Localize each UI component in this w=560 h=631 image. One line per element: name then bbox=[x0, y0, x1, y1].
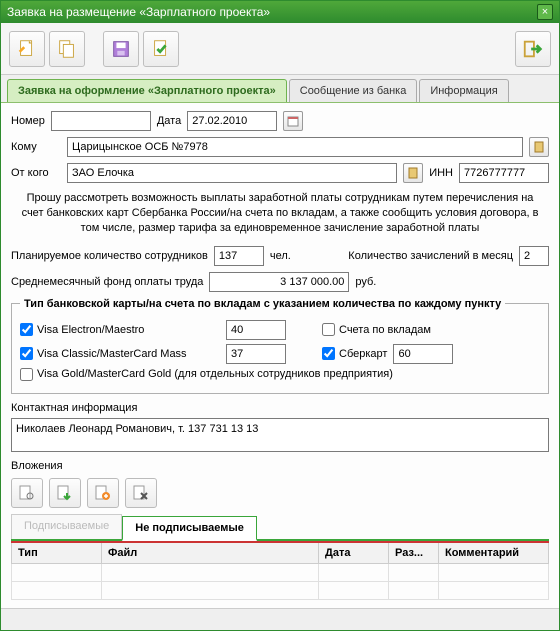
date-picker-button[interactable] bbox=[283, 111, 303, 131]
label-number: Номер bbox=[11, 115, 45, 127]
attachment-subtabs: Подписываемые Не подписываемые bbox=[11, 514, 549, 541]
copy-document-button[interactable] bbox=[49, 31, 85, 67]
label-inn: ИНН bbox=[429, 167, 453, 179]
visa-gold-label: Visa Gold/MasterCard Gold (для отдельных… bbox=[37, 368, 393, 380]
date-field[interactable] bbox=[187, 111, 277, 131]
visa-electron-checkbox[interactable] bbox=[20, 323, 33, 336]
attachment-save-icon bbox=[56, 485, 74, 501]
visa-classic-label: Visa Classic/MasterCard Mass bbox=[37, 348, 187, 360]
titlebar: Заявка на размещение «Зарплатного проект… bbox=[1, 1, 559, 23]
from-lookup-button[interactable] bbox=[403, 163, 423, 183]
approve-button[interactable] bbox=[143, 31, 179, 67]
label-from: От кого bbox=[11, 167, 61, 179]
col-type[interactable]: Тип bbox=[12, 542, 102, 564]
attachment-view-icon bbox=[18, 485, 36, 501]
statusbar bbox=[1, 608, 559, 630]
save-button[interactable] bbox=[103, 31, 139, 67]
label-avg-fund: Среднемесячный фонд оплаты труда bbox=[11, 276, 203, 288]
inn-field[interactable] bbox=[459, 163, 549, 183]
avg-fund-field[interactable] bbox=[209, 272, 349, 292]
sbercard-label: Сберкарт bbox=[339, 348, 387, 360]
visa-gold-checkbox[interactable] bbox=[20, 368, 33, 381]
deposit-accounts-option[interactable]: Счета по вкладам bbox=[322, 323, 431, 336]
table-row[interactable] bbox=[12, 581, 549, 599]
floppy-disk-icon bbox=[110, 38, 132, 60]
label-contact: Контактная информация bbox=[11, 402, 549, 414]
sbercard-qty[interactable] bbox=[393, 344, 453, 364]
attachment-add-button[interactable] bbox=[87, 478, 119, 508]
label-planned: Планируемое количество сотрудников bbox=[11, 250, 208, 262]
label-rub: руб. bbox=[355, 276, 376, 288]
table-row[interactable] bbox=[12, 563, 549, 581]
card-type-legend: Тип банковской карты/на счета по вкладам… bbox=[20, 298, 505, 310]
attachment-view-button[interactable] bbox=[11, 478, 43, 508]
visa-classic-qty[interactable] bbox=[226, 344, 286, 364]
subtab-signable[interactable]: Подписываемые bbox=[11, 514, 122, 539]
attachment-toolbar bbox=[11, 478, 549, 508]
visa-classic-option[interactable]: Visa Classic/MasterCard Mass bbox=[20, 347, 220, 360]
attachment-save-button[interactable] bbox=[49, 478, 81, 508]
new-document-icon bbox=[16, 38, 38, 60]
attachment-add-icon bbox=[94, 485, 112, 501]
tab-info[interactable]: Информация bbox=[419, 79, 508, 102]
attachment-grid: Тип Файл Дата Раз... Комментарий bbox=[11, 541, 549, 600]
label-date: Дата bbox=[157, 115, 181, 127]
from-field[interactable] bbox=[67, 163, 397, 183]
to-lookup-button[interactable] bbox=[529, 137, 549, 157]
exit-arrow-icon bbox=[522, 38, 544, 60]
label-persons: чел. bbox=[270, 250, 291, 262]
exit-button[interactable] bbox=[515, 31, 551, 67]
document-check-icon bbox=[150, 38, 172, 60]
per-month-field[interactable] bbox=[519, 246, 549, 266]
deposit-accounts-label: Счета по вкладам bbox=[339, 324, 431, 336]
planned-field[interactable] bbox=[214, 246, 264, 266]
tab-application[interactable]: Заявка на оформление «Зарплатного проект… bbox=[7, 79, 287, 102]
card-type-group: Тип банковской карты/на счета по вкладам… bbox=[11, 298, 549, 394]
visa-electron-label: Visa Electron/Maestro bbox=[37, 324, 144, 336]
label-to: Кому bbox=[11, 141, 61, 153]
contact-field[interactable]: Николаев Леонард Романович, т. 137 731 1… bbox=[11, 418, 549, 452]
label-per-month: Количество зачислений в месяц bbox=[348, 250, 513, 262]
book-icon bbox=[407, 167, 419, 179]
attachment-delete-button[interactable] bbox=[125, 478, 157, 508]
deposit-accounts-checkbox[interactable] bbox=[322, 323, 335, 336]
tabbar: Заявка на оформление «Зарплатного проект… bbox=[1, 75, 559, 103]
window-title: Заявка на размещение «Зарплатного проект… bbox=[7, 5, 537, 19]
col-file[interactable]: Файл bbox=[102, 542, 319, 564]
attachment-delete-icon bbox=[132, 485, 150, 501]
sbercard-option[interactable]: Сберкарт bbox=[322, 347, 387, 360]
visa-classic-checkbox[interactable] bbox=[20, 347, 33, 360]
content: Номер Дата Кому От кого ИНН Прошу рассмо bbox=[1, 103, 559, 608]
book-icon bbox=[533, 141, 545, 153]
col-comment[interactable]: Комментарий bbox=[439, 542, 549, 564]
col-date[interactable]: Дата bbox=[319, 542, 389, 564]
copy-icon bbox=[56, 38, 78, 60]
window-close-button[interactable]: × bbox=[537, 4, 553, 20]
col-size[interactable]: Раз... bbox=[389, 542, 439, 564]
toolbar bbox=[1, 23, 559, 75]
new-document-button[interactable] bbox=[9, 31, 45, 67]
calendar-icon bbox=[287, 115, 299, 127]
visa-gold-option[interactable]: Visa Gold/MasterCard Gold (для отдельных… bbox=[20, 368, 393, 381]
visa-electron-qty[interactable] bbox=[226, 320, 286, 340]
tab-bank-message[interactable]: Сообщение из банка bbox=[289, 79, 418, 102]
request-text: Прошу рассмотреть возможность выплаты за… bbox=[15, 191, 545, 236]
window: Заявка на размещение «Зарплатного проект… bbox=[0, 0, 560, 631]
label-attachments: Вложения bbox=[11, 460, 549, 472]
to-field[interactable] bbox=[67, 137, 523, 157]
sbercard-checkbox[interactable] bbox=[322, 347, 335, 360]
visa-electron-option[interactable]: Visa Electron/Maestro bbox=[20, 323, 220, 336]
subtab-unsignable[interactable]: Не подписываемые bbox=[122, 516, 257, 541]
number-field[interactable] bbox=[51, 111, 151, 131]
